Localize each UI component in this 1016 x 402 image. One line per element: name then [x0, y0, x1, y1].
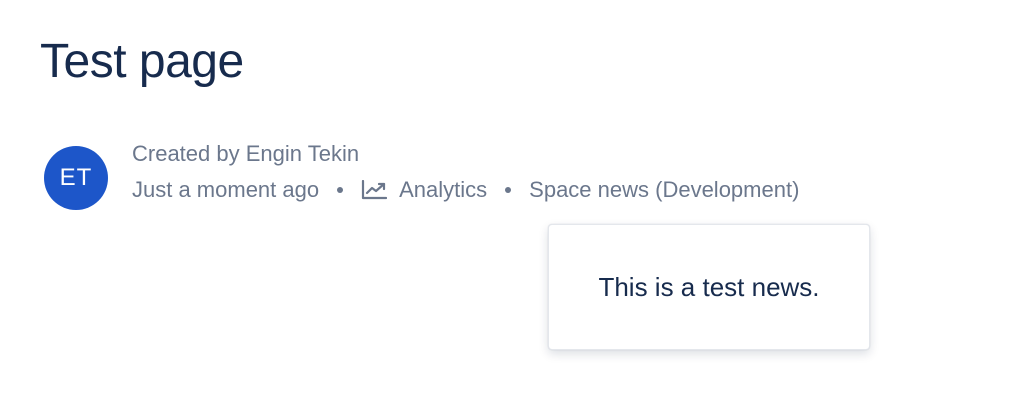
- popup-text: This is a test news.: [598, 271, 820, 302]
- avatar[interactable]: ET: [44, 146, 108, 210]
- page-title: Test page: [40, 35, 244, 88]
- space-news-link[interactable]: Space news (Development): [529, 176, 799, 204]
- trend-up-icon: [361, 180, 388, 200]
- byline: Created by Engin Tekin Just a moment ago…: [132, 140, 799, 204]
- separator-dot: [505, 187, 512, 193]
- timestamp: Just a moment ago: [132, 177, 320, 202]
- created-by-text: Created by Engin Tekin: [132, 141, 360, 166]
- separator-dot: [337, 187, 344, 193]
- analytics-label: Analytics: [399, 177, 488, 202]
- avatar-initials: ET: [59, 164, 93, 191]
- meta-row: Just a moment ago Analytics Space news (…: [132, 176, 799, 204]
- space-news-popup: This is a test news.: [548, 224, 870, 350]
- page: Test page ET Created by Engin Tekin Just…: [0, 0, 1016, 402]
- analytics-link[interactable]: Analytics: [361, 176, 487, 204]
